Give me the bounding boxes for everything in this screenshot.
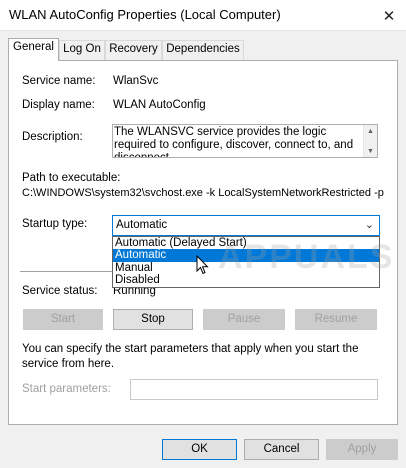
chevron-down-icon: ⌄ — [364, 219, 374, 231]
startup-option-disabled[interactable]: Disabled — [113, 274, 379, 287]
start-params-label: Start parameters: — [22, 383, 111, 395]
tab-dependencies[interactable]: Dependencies — [162, 40, 244, 60]
startup-type-value: Automatic — [116, 219, 168, 231]
stop-button[interactable]: Stop — [113, 309, 193, 330]
pause-button[interactable]: Pause — [203, 309, 285, 330]
description-box[interactable]: The WLANSVC service provides the logic r… — [112, 124, 378, 158]
start-button[interactable]: Start — [23, 309, 103, 330]
description-label: Description: — [22, 131, 83, 143]
startup-option-automatic[interactable]: Automatic — [113, 249, 379, 262]
service-name-label: Service name: — [22, 75, 96, 87]
service-status-label: Service status: — [22, 285, 98, 297]
apply-button[interactable]: Apply — [326, 439, 398, 460]
mouse-cursor-icon — [196, 255, 209, 275]
title-bar: WLAN AutoConfig Properties (Local Comput… — [0, 0, 406, 31]
close-icon: ✕ — [382, 7, 396, 25]
startup-type-dropdown: Automatic (Delayed Start) Automatic Manu… — [112, 236, 380, 288]
scroll-up-icon[interactable]: ▲ — [367, 128, 374, 135]
scroll-down-icon[interactable]: ▼ — [367, 148, 374, 155]
separator — [20, 271, 112, 272]
tab-label: Log On — [63, 43, 101, 55]
service-name-value: WlanSvc — [113, 75, 159, 87]
path-value: C:\WINDOWS\system32\svchost.exe -k Local… — [22, 187, 384, 199]
tab-log-on[interactable]: Log On — [59, 40, 105, 60]
ok-button[interactable]: OK — [162, 439, 237, 460]
tab-general[interactable]: General — [8, 38, 59, 61]
description-scrollbar[interactable]: ▲ ▼ — [363, 125, 377, 157]
tab-recovery[interactable]: Recovery — [105, 40, 162, 60]
tab-label: Recovery — [109, 43, 158, 55]
tab-label: Dependencies — [166, 43, 240, 55]
description-text: The WLANSVC service provides the logic r… — [114, 126, 354, 158]
close-button[interactable]: ✕ — [372, 0, 406, 31]
start-params-input[interactable] — [130, 379, 378, 400]
display-name-value: WLAN AutoConfig — [113, 99, 206, 111]
cancel-button[interactable]: Cancel — [244, 439, 319, 460]
resume-button[interactable]: Resume — [295, 309, 377, 330]
startup-type-label: Startup type: — [22, 218, 88, 230]
window-title: WLAN AutoConfig Properties (Local Comput… — [9, 7, 281, 22]
tab-label: General — [13, 41, 54, 53]
display-name-label: Display name: — [22, 99, 95, 111]
start-params-hint: You can specify the start parameters tha… — [22, 343, 359, 370]
startup-type-select[interactable]: Automatic ⌄ — [112, 215, 380, 236]
path-label: Path to executable: — [22, 172, 121, 184]
